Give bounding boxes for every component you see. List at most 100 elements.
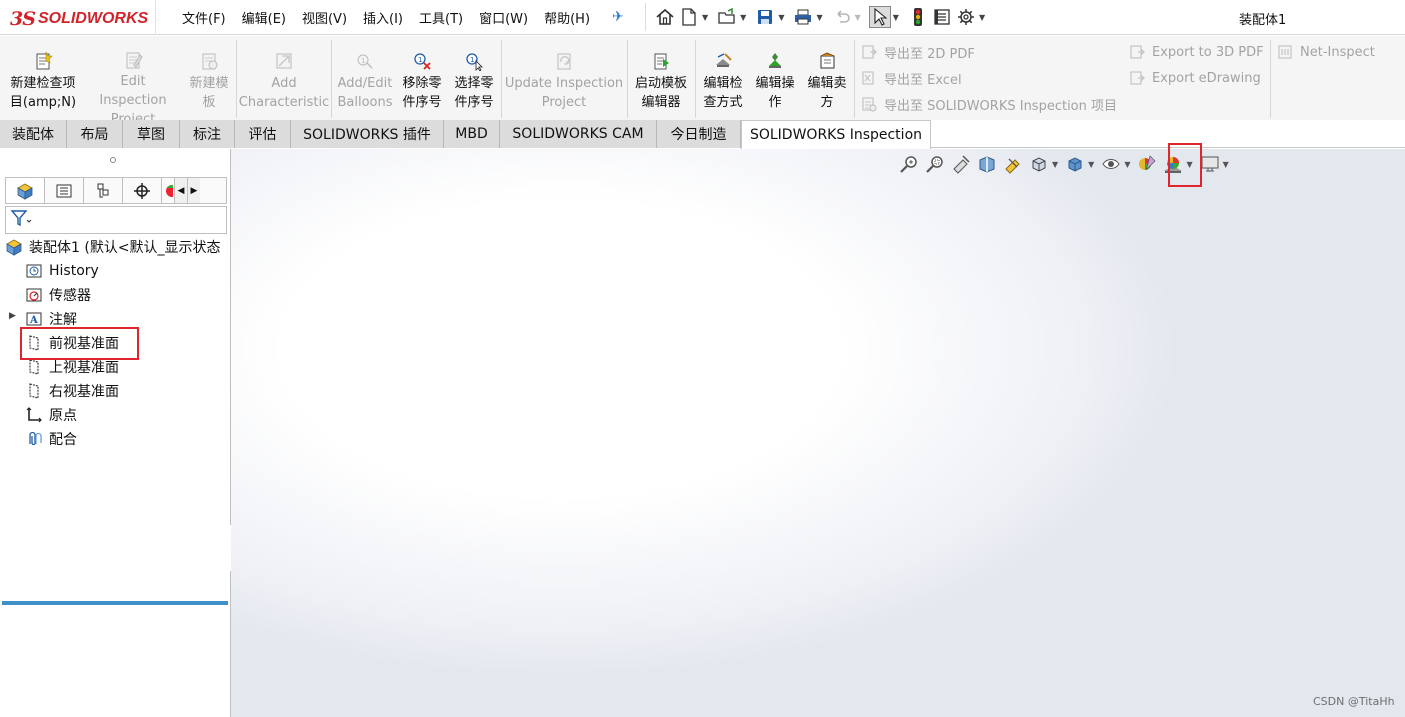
select-part-number-button[interactable]: 1 选择零 件序号	[450, 38, 498, 118]
display-style-dropdown-icon[interactable]: ▼	[1088, 160, 1094, 169]
add-characteristic-label-1: Add	[271, 76, 297, 91]
tree-item-sensors[interactable]: 传感器	[25, 283, 91, 307]
tree-item-history[interactable]: History	[25, 259, 99, 283]
tabs-scroll-right-icon[interactable]: ▶	[187, 178, 200, 203]
select-dropdown-icon[interactable]: ▼	[893, 13, 899, 22]
save-dropdown-icon[interactable]: ▼	[778, 13, 784, 22]
print-icon[interactable]	[792, 6, 814, 28]
export-3d-pdf-button: Export to 3D PDF	[1128, 41, 1264, 63]
tree-item-mates[interactable]: 配合	[25, 427, 77, 451]
tab-layout[interactable]: 布局	[67, 120, 123, 148]
print-dropdown-icon[interactable]: ▼	[816, 13, 822, 22]
document-title: 装配体1	[1239, 13, 1287, 28]
menu-window[interactable]: 窗口(W)	[471, 8, 536, 27]
save-icon[interactable]	[754, 6, 776, 28]
property-manager-tab[interactable]	[45, 178, 84, 203]
tree-item-label: 原点	[49, 408, 77, 424]
select-pointer-icon[interactable]	[868, 6, 891, 28]
svg-text:1: 1	[470, 56, 474, 64]
configuration-manager-tab[interactable]	[84, 178, 123, 203]
display-style-icon[interactable]	[1064, 153, 1086, 175]
edit-appearance-icon[interactable]	[1136, 153, 1158, 175]
svg-text:A: A	[29, 315, 38, 326]
highlight-box-front-plane	[20, 327, 139, 360]
expand-annotations-icon[interactable]: ▶	[9, 311, 16, 321]
add-edit-balloons-label-1: Add/Edit	[337, 76, 393, 91]
tree-item-label: 上视基准面	[49, 360, 119, 376]
view-orientation-dropdown-icon[interactable]: ▼	[1052, 160, 1058, 169]
hide-show-dropdown-icon[interactable]: ▼	[1124, 160, 1130, 169]
tab-assembly[interactable]: 装配体	[0, 120, 67, 148]
tree-item-right-plane[interactable]: 右视基准面	[25, 379, 119, 403]
menu-view[interactable]: 视图(V)	[294, 8, 355, 27]
new-inspection-project-button[interactable]: 新建检查项 目(amp;N)	[4, 38, 82, 118]
tab-solidworks-addins[interactable]: SOLIDWORKS 插件	[291, 120, 444, 148]
edit-operation-button[interactable]: 编辑操 作	[750, 38, 800, 118]
zoom-to-fit-icon[interactable]	[898, 153, 920, 175]
vendor-icon	[816, 50, 838, 72]
update-inspection-project-label-2: Project	[541, 95, 587, 110]
tab-solidworks-inspection[interactable]: SOLIDWORKS Inspection	[741, 120, 931, 149]
edit-vendor-label-1: 编辑卖	[807, 76, 847, 91]
add-edit-balloons-label-2: Balloons	[337, 95, 393, 110]
tab-evaluate[interactable]: 评估	[235, 120, 291, 148]
new-template-label-1: 新建模	[189, 76, 229, 91]
dimxpert-manager-tab[interactable]	[123, 178, 162, 203]
tab-markup[interactable]: 标注	[180, 120, 235, 148]
open-folder-icon[interactable]	[716, 6, 738, 28]
open-dropdown-icon[interactable]: ▼	[740, 13, 746, 22]
home-icon[interactable]	[654, 6, 676, 28]
tree-rollback-bar[interactable]	[2, 601, 228, 605]
tree-root-label: 装配体1 (默认<默认_显示状态	[29, 240, 221, 256]
options-dropdown-icon[interactable]: ▼	[979, 13, 985, 22]
tab-mbd[interactable]: MBD	[444, 120, 500, 148]
command-manager: 新建检查项 目(amp;N) Edit Inspection Project 新…	[0, 36, 1405, 127]
new-dropdown-icon[interactable]: ▼	[702, 13, 708, 22]
rebuild-traffic-light-icon[interactable]	[907, 6, 929, 28]
file-properties-icon[interactable]	[931, 6, 953, 28]
feature-manager-tab[interactable]	[6, 178, 45, 203]
previous-view-icon[interactable]	[950, 153, 972, 175]
filter-icon[interactable]	[10, 209, 32, 231]
tab-today-manufacturing[interactable]: 今日制造	[657, 120, 741, 148]
tree-root-assembly[interactable]: 装配体1 (默认<默认_显示状态	[5, 235, 221, 259]
pin-icon[interactable]: ✈	[612, 9, 624, 25]
menu-file[interactable]: 文件(F)	[174, 8, 234, 27]
tree-item-origin[interactable]: 原点	[25, 403, 77, 427]
tree-filter[interactable]	[5, 206, 227, 234]
edit-vendor-button[interactable]: 编辑卖 方	[802, 38, 852, 118]
options-gear-icon[interactable]	[955, 6, 977, 28]
display-manager-tab[interactable]	[162, 178, 174, 203]
view-settings-dropdown-icon[interactable]: ▼	[1223, 160, 1229, 169]
view-orientation-icon[interactable]	[1028, 153, 1050, 175]
remove-part-number-button[interactable]: 1 移除零 件序号	[398, 38, 446, 118]
history-icon	[25, 262, 43, 280]
add-edit-balloons-button: 1 Add/Edit Balloons	[334, 38, 396, 118]
tree-item-label: 注解	[49, 312, 77, 328]
hide-show-items-icon[interactable]	[1100, 153, 1122, 175]
tab-solidworks-cam[interactable]: SOLIDWORKS CAM	[500, 120, 657, 148]
edit-inspection-method-button[interactable]: 编辑检 查方式	[698, 38, 748, 118]
zoom-to-area-icon[interactable]	[924, 153, 946, 175]
export-3d-pdf-icon	[1128, 43, 1146, 61]
menu-insert[interactable]: 插入(I)	[355, 8, 411, 27]
tree-item-label: 配合	[49, 432, 77, 448]
tabs-scroll-left-icon[interactable]: ◀	[174, 178, 187, 203]
graphics-area[interactable]	[231, 149, 1405, 717]
tab-sketch[interactable]: 草图	[123, 120, 180, 148]
logo-ds-mark: 3S	[10, 8, 36, 30]
update-inspection-project-label-1: Update Inspection	[504, 76, 624, 91]
pane-grip-icon[interactable]	[110, 157, 116, 163]
launch-template-editor-label-2: 编辑器	[641, 95, 681, 110]
menu-tools[interactable]: 工具(T)	[411, 8, 471, 27]
menu-edit[interactable]: 编辑(E)	[234, 8, 294, 27]
manager-tabs: ◀ ▶	[5, 177, 227, 204]
launch-template-editor-button[interactable]: 启动模板 编辑器	[630, 38, 692, 118]
toolbar-separator	[501, 40, 502, 118]
menu-help[interactable]: 帮助(H)	[536, 8, 598, 27]
net-inspect-label: Net-Inspect	[1300, 44, 1375, 60]
new-template-icon	[198, 50, 220, 72]
dynamic-annotation-icon[interactable]	[1002, 153, 1024, 175]
new-document-icon[interactable]	[678, 6, 700, 28]
section-view-icon[interactable]	[976, 153, 998, 175]
